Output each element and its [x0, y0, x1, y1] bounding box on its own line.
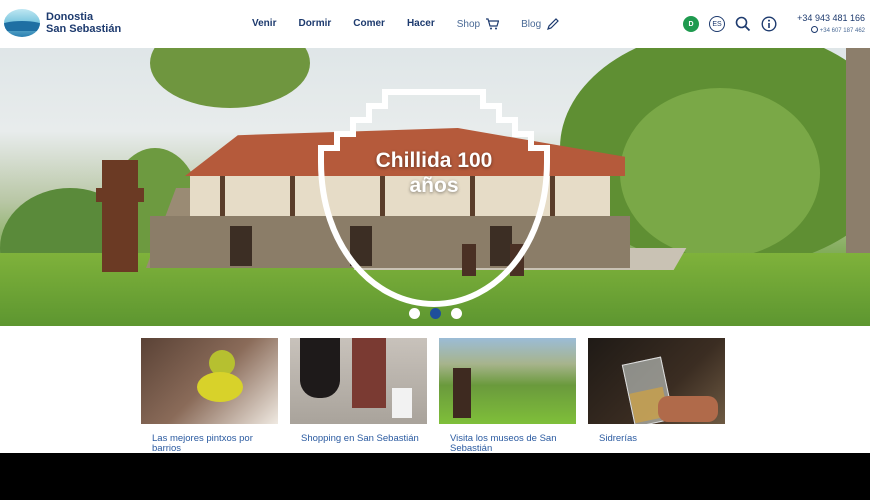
contact-phones: +34 943 481 166 +34 607 187 462	[793, 13, 865, 34]
card-pintxos[interactable]: Las mejores pintxos por barrios	[141, 338, 278, 453]
shopper-coat-image	[352, 338, 386, 408]
pepper-image	[197, 372, 243, 402]
logo-text: Donostia San Sebastián	[46, 11, 121, 35]
hero-title-line-1: Chillida 100	[375, 149, 493, 172]
accessibility-badge[interactable]: D	[683, 16, 699, 32]
slider-dot-3[interactable]	[450, 308, 462, 319]
card-image-museos	[439, 338, 576, 424]
card-image-pintxos	[141, 338, 278, 424]
card-label[interactable]: Las mejores pintxos por barrios	[141, 434, 278, 454]
nav-dormir[interactable]: Dormir	[298, 18, 331, 30]
farmhouse-window	[230, 226, 252, 266]
page: Donostia San Sebastián Venir Dormir Come…	[0, 0, 870, 453]
nav-shop[interactable]: Shop	[456, 18, 500, 30]
sculpture-image	[453, 368, 471, 418]
logo-wave-icon	[4, 9, 40, 37]
language-selector[interactable]: ES	[709, 16, 725, 32]
hero-foliage	[620, 88, 820, 258]
hand-image	[658, 396, 718, 422]
logo-line-1: Donostia	[46, 11, 94, 23]
phone-number[interactable]: +34 943 481 166	[793, 13, 865, 23]
whatsapp-icon	[810, 26, 818, 33]
logo-line-2: San Sebastián	[46, 23, 122, 35]
card-image-shopping	[290, 338, 427, 424]
hero-title[interactable]: Chillida 100 años	[313, 148, 555, 198]
whatsapp-number[interactable]: +34 607 187 462	[793, 26, 865, 34]
pencil-icon	[547, 18, 559, 30]
slider-dot-2[interactable]	[429, 308, 441, 319]
slider-dot-1[interactable]	[408, 308, 420, 319]
hero-sculpture	[96, 160, 144, 272]
farmhouse-beam	[220, 176, 225, 216]
main-nav: Venir Dormir Comer Hacer Shop Blog	[252, 18, 582, 30]
card-label[interactable]: Sidrerías	[588, 434, 725, 444]
whatsapp-number-text: +34 607 187 462	[819, 28, 865, 34]
card-label[interactable]: Visita los museos de San Sebastián	[439, 434, 576, 454]
card-museos[interactable]: Visita los museos de San Sebastián	[439, 338, 576, 453]
nav-comer[interactable]: Comer	[353, 18, 385, 30]
card-label[interactable]: Shopping en San Sebastián	[290, 434, 427, 444]
feature-cards: Las mejores pintxos por barrios Shopping…	[141, 338, 737, 453]
nav-hacer[interactable]: Hacer	[407, 18, 435, 30]
shopping-bag-image	[392, 388, 412, 418]
hero-slider[interactable]: Chillida 100 años	[0, 48, 870, 326]
cart-icon	[486, 18, 500, 30]
header: Donostia San Sebastián Venir Dormir Come…	[0, 0, 870, 48]
farmhouse-beam	[290, 176, 295, 216]
slider-dots	[0, 308, 870, 319]
search-icon[interactable]	[735, 16, 751, 32]
info-icon[interactable]	[761, 16, 777, 32]
header-tools: D ES	[683, 16, 787, 32]
hero-foliage	[150, 48, 310, 108]
shopper-skirt-image	[300, 338, 340, 398]
nav-blog[interactable]: Blog	[521, 18, 560, 30]
nav-shop-label: Shop	[456, 18, 481, 30]
card-sidrerias[interactable]: Sidrerías	[588, 338, 725, 453]
card-shopping[interactable]: Shopping en San Sebastián	[290, 338, 427, 453]
hero-title-line-2: años	[409, 174, 459, 197]
nav-blog-label: Blog	[521, 18, 542, 30]
card-image-sidrerias	[588, 338, 725, 424]
site-logo[interactable]: Donostia San Sebastián	[4, 9, 121, 37]
nav-venir[interactable]: Venir	[252, 18, 276, 30]
